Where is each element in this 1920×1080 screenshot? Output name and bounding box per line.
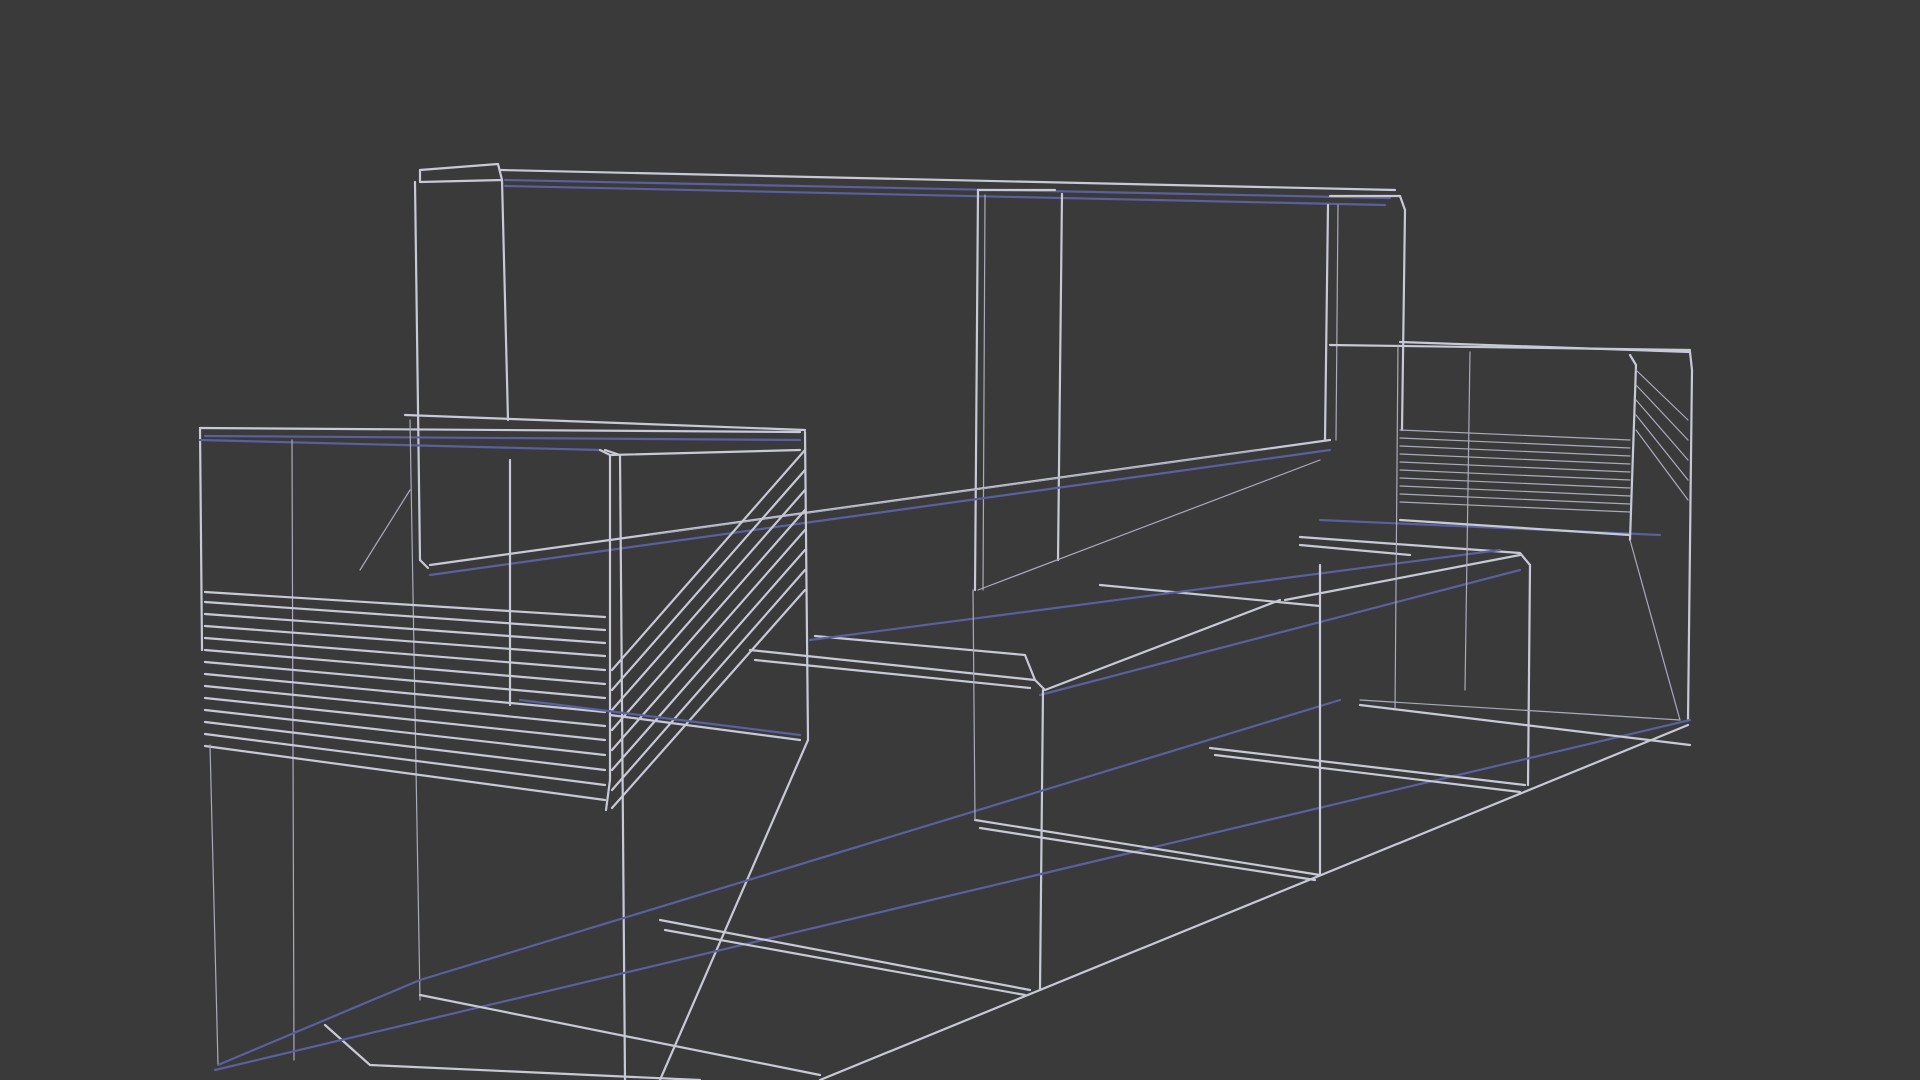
wireframe-viewport[interactable] [0,0,1920,1080]
viewport-background [0,0,1920,1080]
